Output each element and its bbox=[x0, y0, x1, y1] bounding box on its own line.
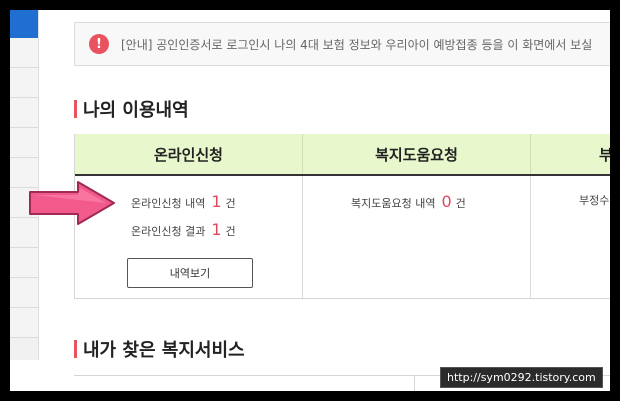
watermark: http://sym0292.tistory.com bbox=[440, 367, 603, 388]
header-online-application: 온라인신청 bbox=[75, 134, 303, 174]
header-third: 부 bbox=[531, 134, 610, 174]
online-result-label: 온라인신청 결과 bbox=[131, 225, 206, 238]
usage-title-text: 나의 이용내역 bbox=[83, 100, 189, 121]
usage-table-header: 온라인신청 복지도움요청 부 bbox=[75, 134, 610, 176]
count-unit: 건 bbox=[225, 225, 236, 238]
exclamation-icon: ! bbox=[89, 34, 109, 54]
services-title-text: 내가 찾은 복지서비스 bbox=[83, 340, 245, 361]
online-history-line: 온라인신청 내역 1 건 bbox=[131, 192, 236, 211]
online-history-count[interactable]: 1 bbox=[211, 192, 221, 211]
sidebar-item[interactable] bbox=[10, 128, 38, 158]
pink-arrow-annotation bbox=[29, 181, 115, 225]
online-result-line: 온라인신청 결과 1 건 bbox=[131, 220, 236, 239]
third-label: 부정수 bbox=[579, 194, 610, 207]
sidebar-item[interactable] bbox=[10, 38, 38, 68]
notice-text: [안내] 공인인증서로 로그인시 나의 4대 보험 정보와 우리아이 예방접종 … bbox=[121, 37, 593, 52]
panel-divider bbox=[414, 376, 415, 391]
sidebar-top-bar bbox=[10, 10, 38, 38]
usage-table-body: 온라인신청 내역 1 건 온라인신청 결과 1 건 내역보기 복지도움요청 내역 0 건 부… bbox=[75, 176, 610, 298]
count-unit: 건 bbox=[225, 197, 236, 210]
sidebar-item[interactable] bbox=[10, 278, 38, 308]
welfare-request-cell: 복지도움요청 내역 0 건 bbox=[303, 176, 531, 298]
sidebar-item[interactable] bbox=[10, 98, 38, 128]
welfare-history-line: 복지도움요청 내역 0 건 bbox=[351, 192, 466, 211]
header-welfare-request: 복지도움요청 bbox=[303, 134, 531, 174]
notice-banner: ! [안내] 공인인증서로 로그인시 나의 4대 보험 정보와 우리아이 예방접… bbox=[74, 22, 610, 66]
count-unit: 건 bbox=[455, 197, 466, 210]
welfare-history-count[interactable]: 0 bbox=[441, 192, 451, 211]
title-accent-bar bbox=[74, 340, 77, 358]
welfare-history-label: 복지도움요청 내역 bbox=[351, 197, 436, 210]
online-result-count[interactable]: 1 bbox=[211, 220, 221, 239]
sidebar-item[interactable] bbox=[10, 308, 38, 338]
services-section-title: 내가 찾은 복지서비스 bbox=[74, 336, 245, 362]
online-history-label: 온라인신청 내역 bbox=[131, 197, 206, 210]
view-history-button[interactable]: 내역보기 bbox=[127, 258, 253, 288]
sidebar-item[interactable] bbox=[10, 248, 38, 278]
usage-table: 온라인신청 복지도움요청 부 온라인신청 내역1건 온라인신청 결과1건 내역보… bbox=[74, 134, 610, 299]
third-cell: 부정수 bbox=[531, 176, 610, 298]
main-window: ! [안내] 공인인증서로 로그인시 나의 4대 보험 정보와 우리아이 예방접… bbox=[10, 10, 610, 391]
title-accent-bar bbox=[74, 100, 77, 118]
sidebar-item[interactable] bbox=[10, 68, 38, 98]
usage-section-title: 나의 이용내역 bbox=[74, 96, 189, 122]
